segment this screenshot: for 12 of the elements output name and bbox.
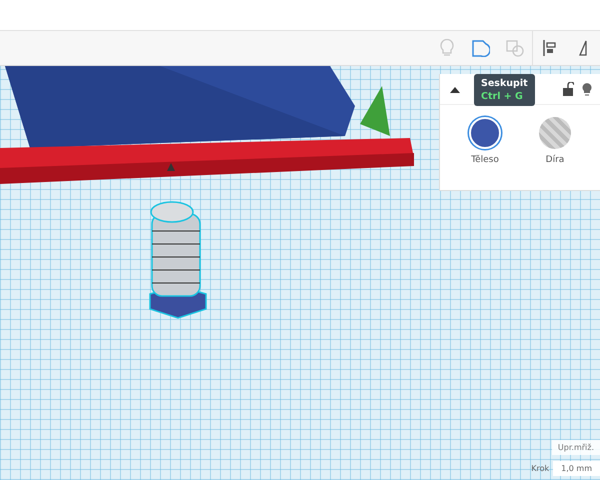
lightbulb-button[interactable] bbox=[580, 80, 594, 98]
ungroup-icon bbox=[506, 40, 524, 56]
lightbulb-icon bbox=[440, 39, 454, 57]
align-icon bbox=[542, 40, 556, 56]
small-wedge-drawing bbox=[360, 86, 390, 136]
group-icon bbox=[472, 40, 490, 56]
snap-label: Krok bbox=[531, 464, 550, 473]
edit-grid-button[interactable]: Upr.mřiž. bbox=[552, 440, 600, 455]
lock-button[interactable] bbox=[560, 80, 576, 98]
tooltip: Seskupit Ctrl + G bbox=[474, 74, 535, 106]
mirror-icon bbox=[578, 40, 588, 56]
snap-value-dropdown[interactable]: 1,0 mm bbox=[553, 461, 600, 476]
